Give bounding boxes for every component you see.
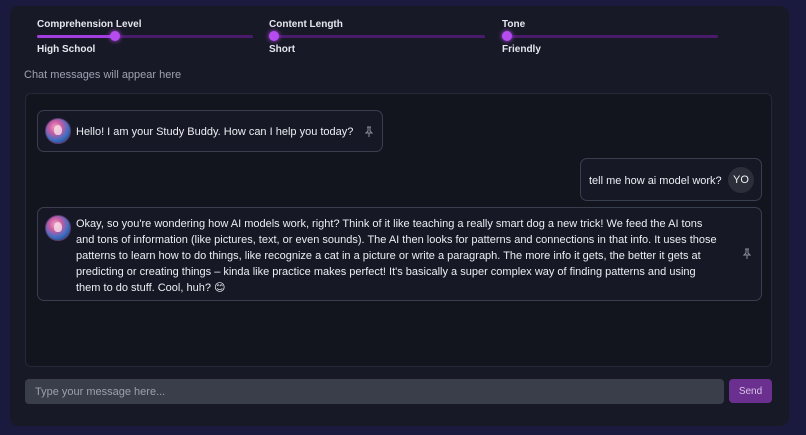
tone-title: Tone	[502, 19, 526, 30]
comprehension-slider-thumb[interactable]	[110, 31, 120, 41]
tone-control: Tone Friendly	[502, 18, 718, 55]
length-slider-thumb[interactable]	[269, 31, 279, 41]
length-value: Short	[269, 44, 296, 55]
bot-message: Hello! I am your Study Buddy. How can I …	[37, 110, 383, 152]
comprehension-value: High School	[37, 44, 96, 55]
message-text: tell me how ai model work?	[589, 175, 722, 187]
pin-icon[interactable]	[364, 126, 374, 138]
message-body: Okay, so you're wondering how AI models …	[76, 216, 748, 296]
comprehension-slider[interactable]	[37, 31, 253, 41]
length-control: Content Length Short	[269, 18, 485, 55]
chat-panel[interactable]: Hello! I am your Study Buddy. How can I …	[25, 93, 772, 367]
tone-value: Friendly	[502, 44, 541, 55]
settings-bar: Comprehension Level High School Content …	[37, 18, 757, 60]
user-message: tell me how ai model work? YO	[580, 158, 762, 201]
bot-message: Okay, so you're wondering how AI models …	[37, 207, 762, 301]
message-line: patterns to learn how to do things, like…	[76, 250, 701, 262]
chat-placeholder-hint: Chat messages will appear here	[24, 69, 182, 81]
comprehension-title: Comprehension Level	[37, 19, 142, 30]
study-buddy-avatar	[45, 215, 71, 241]
message-line: and tons of information (like pictures, …	[76, 234, 717, 246]
comprehension-slider-fill	[37, 35, 115, 38]
message-text: Hello! I am your Study Buddy. How can I …	[76, 126, 354, 138]
message-line: predicting or creating things – kinda li…	[76, 266, 696, 278]
length-slider[interactable]	[269, 31, 485, 41]
tone-slider-thumb[interactable]	[502, 31, 512, 41]
pin-icon[interactable]	[742, 248, 752, 260]
message-line: them to do stuff. Cool, huh? 😊	[76, 282, 226, 294]
study-buddy-avatar	[45, 118, 71, 144]
tone-slider[interactable]	[502, 31, 718, 41]
message-line: Okay, so you're wondering how AI models …	[76, 218, 703, 230]
message-input[interactable]	[25, 379, 724, 404]
send-button[interactable]: Send	[729, 379, 772, 403]
user-avatar: YO	[728, 167, 754, 193]
length-title: Content Length	[269, 19, 343, 30]
comprehension-control: Comprehension Level High School	[37, 18, 253, 55]
